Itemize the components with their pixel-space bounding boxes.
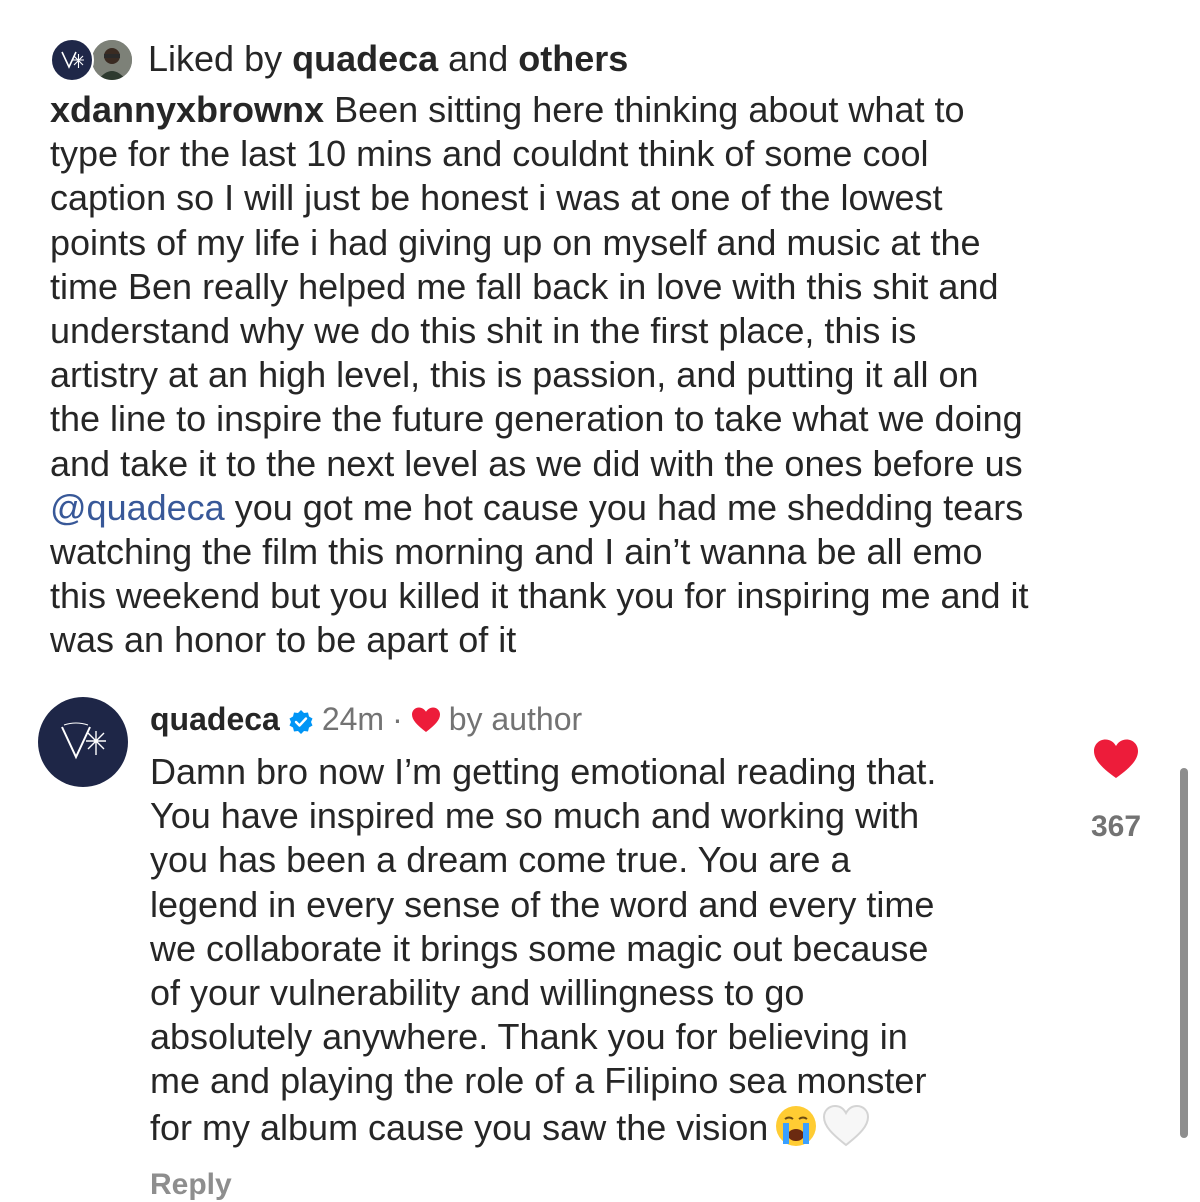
quadeca-logo-icon (61, 722, 106, 760)
liked-others-link[interactable]: others (518, 38, 628, 79)
liked-avatars[interactable] (50, 36, 136, 82)
like-count: 367 (1090, 810, 1142, 843)
comment-text-body: Damn bro now I’m getting emotional readi… (150, 751, 937, 1148)
crying-face-icon (774, 1104, 818, 1148)
liked-by-row[interactable]: Liked by quadeca and others (50, 34, 628, 84)
comment-avatar[interactable] (38, 697, 128, 787)
verified-icon (288, 706, 314, 734)
post-caption: xdannyxbrownx Been sitting here thinking… (50, 88, 1160, 663)
liked-user-link[interactable]: quadeca (292, 38, 438, 79)
caption-username[interactable]: xdannyxbrownx (50, 89, 324, 130)
comment-text: Damn bro now I’m getting emotional readi… (150, 750, 1050, 1150)
liked-by-author: by author (448, 700, 583, 737)
liked-by-text: Liked by quadeca and others (148, 36, 628, 82)
caption-mention[interactable]: @quadeca (50, 487, 225, 528)
user-photo-icon (90, 38, 134, 82)
reply-button[interactable]: Reply (150, 1168, 232, 1202)
comment-username[interactable]: quadeca (150, 701, 280, 738)
liked-middle: and (438, 38, 519, 79)
white-heart-icon (822, 1104, 870, 1148)
comment-header: quadeca 24m · by author (150, 698, 582, 740)
quadeca-logo-icon (50, 38, 94, 82)
meta-separator: · (392, 700, 403, 737)
heart-icon (411, 705, 441, 733)
scrollbar[interactable] (1180, 768, 1188, 1138)
liked-prefix: Liked by (148, 38, 293, 79)
comment-time: 24m (321, 700, 385, 737)
comment-like-column: 367 (1080, 738, 1152, 844)
caption-text-part1: Been sitting here thinking about what to… (50, 89, 1023, 484)
heart-icon[interactable] (1093, 738, 1139, 780)
